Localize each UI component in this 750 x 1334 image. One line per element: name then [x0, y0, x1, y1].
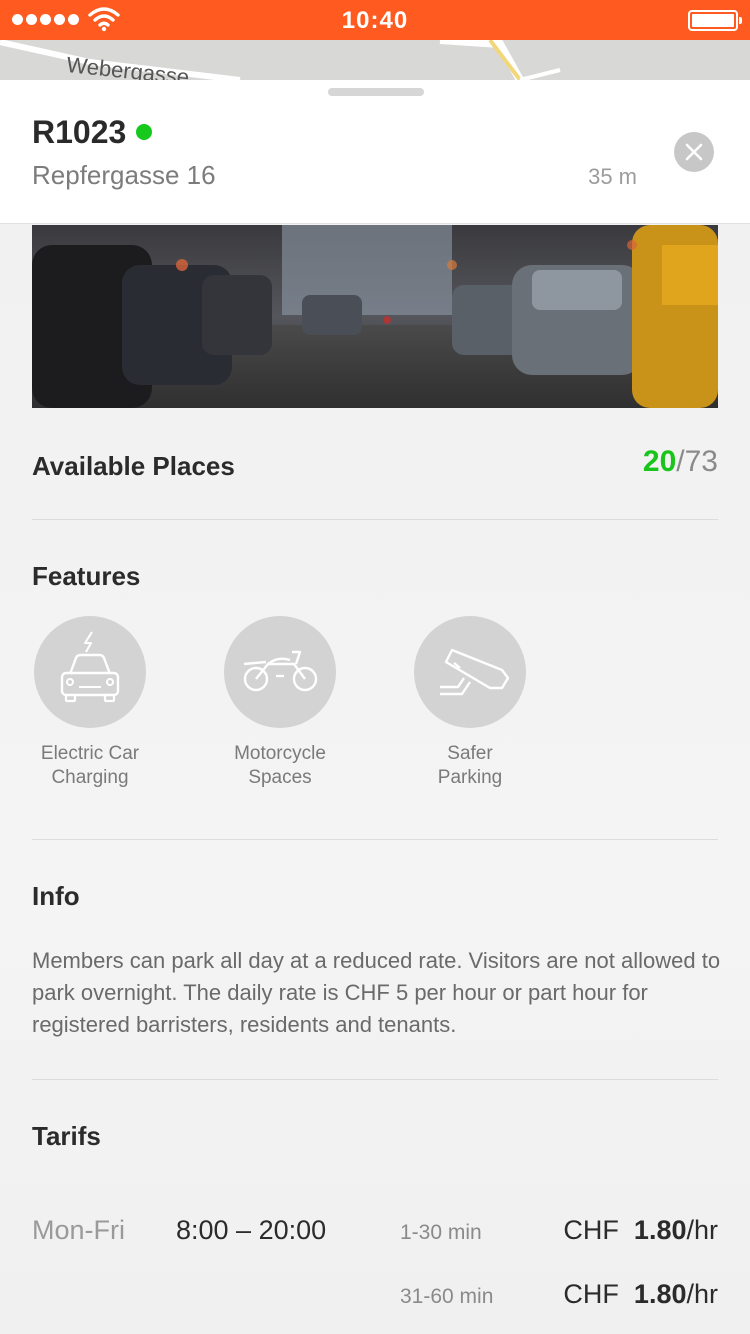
tariff-price: CHF 1.80/hr: [563, 1215, 718, 1246]
info-title: Info: [32, 881, 80, 911]
spot-details[interactable]: Available Places 20/73 Features Electric…: [0, 225, 750, 1334]
feature-motorcycle-spaces: Motorcycle Spaces: [205, 616, 355, 790]
electric-car-icon: [60, 631, 120, 703]
status-time: 10:40: [341, 7, 409, 34]
feature-label-line1: Safer: [447, 743, 493, 764]
feature-electric-car-charging: Electric Car Charging: [15, 616, 165, 790]
available-places-count: 20/73: [643, 445, 718, 479]
security-camera-icon: [440, 648, 510, 696]
divider: [32, 839, 718, 840]
close-button[interactable]: [674, 132, 714, 172]
info-text: Members can park all day at a reduced ra…: [32, 948, 721, 1037]
sheet-drag-handle[interactable]: [328, 88, 424, 96]
available-places-label: Available Places: [32, 451, 235, 481]
tariff-amount: 1.80: [633, 1215, 687, 1245]
count-separator: /: [676, 445, 685, 478]
motorcycle-icon: [243, 650, 318, 692]
available-count: 20: [642, 445, 677, 478]
spot-id: R1023: [32, 114, 127, 150]
feature-label-line2: Charging: [51, 767, 129, 788]
tariff-duration-range: 1-30 min: [400, 1221, 482, 1244]
divider: [32, 1079, 718, 1080]
feature-safer-parking: Safer Parking: [395, 616, 545, 790]
tariff-days: Mon-Fri: [32, 1215, 125, 1245]
feature-label-line2: Parking: [437, 767, 503, 788]
map-view[interactable]: Webergasse: [0, 40, 750, 80]
tariff-duration-range: 31-60 min: [400, 1285, 494, 1308]
divider: [32, 519, 718, 520]
feature-label-line2: Spaces: [248, 767, 312, 788]
spot-distance: 35 m: [588, 164, 637, 189]
tariff-row: 31-60 min CHF 1.80/hr: [0, 1279, 750, 1319]
feature-label-line1: Motorcycle: [234, 743, 326, 764]
status-indicator-dot: [136, 124, 152, 140]
features-title: Features: [32, 561, 141, 591]
tariff-unit: /hr: [686, 1279, 718, 1309]
tariff-price: CHF 1.80/hr: [563, 1279, 718, 1310]
feature-label-line1: Electric Car: [40, 743, 140, 764]
status-bar: 10:40: [0, 0, 750, 40]
spot-header: R1023 Repfergasse 16 35 m: [0, 80, 750, 224]
parking-photo: [32, 225, 718, 408]
close-icon: [685, 143, 703, 161]
tariff-row: Mon-Fri 8:00 – 20:00 1-30 min CHF 1.80/h…: [0, 1215, 750, 1255]
spot-address: Repfergasse 16: [32, 160, 216, 190]
total-count: 73: [684, 445, 718, 478]
tariff-amount: 1.80: [633, 1279, 687, 1309]
tariff-currency: CHF: [563, 1215, 619, 1245]
tariff-currency: CHF: [563, 1279, 619, 1309]
battery-icon: [688, 10, 742, 31]
tariffs-title: Tarifs: [32, 1121, 101, 1151]
tariff-unit: /hr: [686, 1215, 718, 1245]
tariff-hours: 8:00 – 20:00: [176, 1215, 327, 1245]
